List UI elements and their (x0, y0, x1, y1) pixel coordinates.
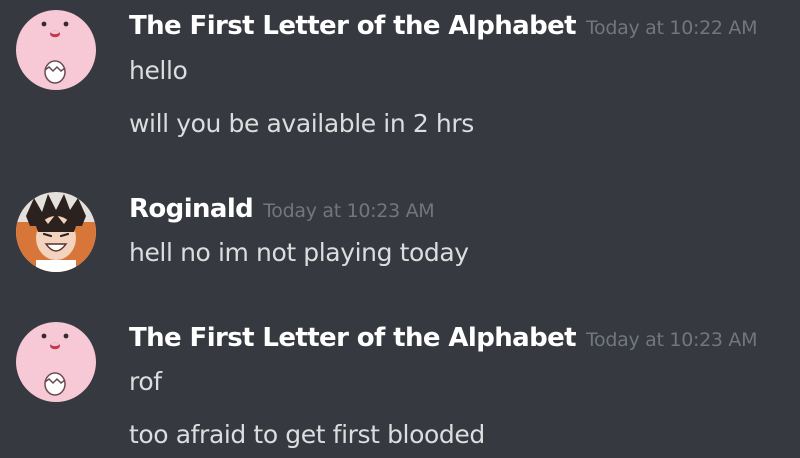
message-text: too afraid to get first blooded (129, 420, 485, 449)
pink-egg-creature-icon (16, 322, 96, 402)
avatar[interactable] (16, 192, 96, 272)
username[interactable]: Roginald (129, 194, 254, 224)
pink-egg-creature-icon (16, 10, 96, 90)
message-text: hello (129, 56, 188, 85)
username[interactable]: The First Letter of the Alphabet (129, 11, 577, 41)
timestamp[interactable]: Today at 10:23 AM (586, 329, 758, 351)
message-header: The First Letter of the Alphabet Today at… (129, 11, 758, 41)
avatar[interactable] (16, 10, 96, 90)
chat-messages: The First Letter of the Alphabet Today at… (0, 0, 800, 458)
username[interactable]: The First Letter of the Alphabet (129, 323, 577, 353)
avatar[interactable] (16, 322, 96, 402)
timestamp[interactable]: Today at 10:22 AM (586, 17, 758, 39)
anime-character-avatar (16, 192, 96, 272)
message-header: Roginald Today at 10:23 AM (129, 194, 435, 224)
message-text: hell no im not playing today (129, 238, 469, 267)
message-header: The First Letter of the Alphabet Today at… (129, 323, 758, 353)
timestamp[interactable]: Today at 10:23 AM (263, 200, 435, 222)
message-text: rof (129, 367, 162, 396)
message-text: will you be available in 2 hrs (129, 109, 474, 138)
